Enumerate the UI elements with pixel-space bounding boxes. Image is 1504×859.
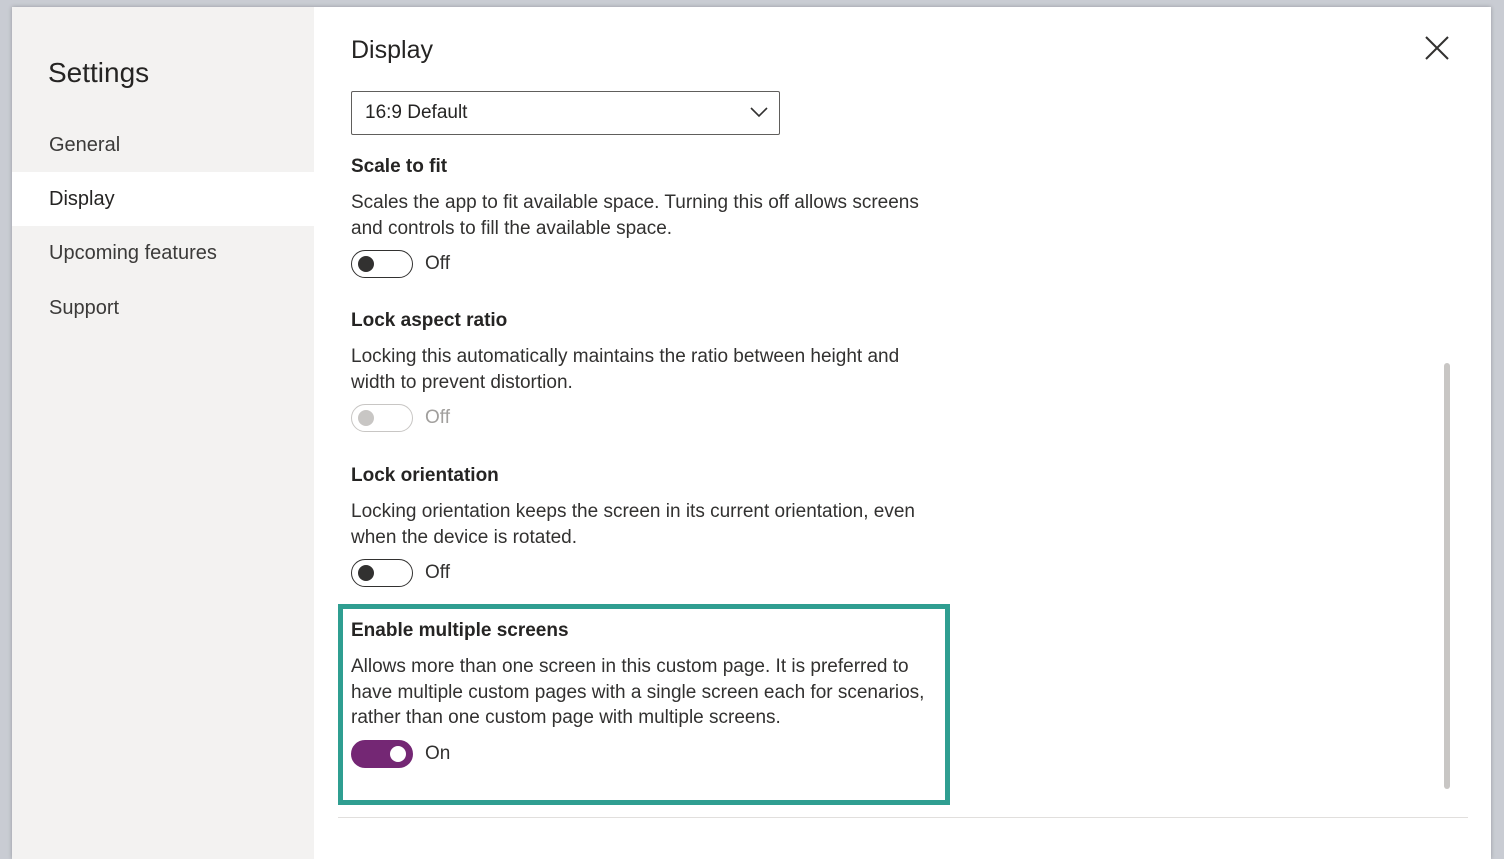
toggle-row: Off (351, 558, 941, 588)
sidebar-item-upcoming-features[interactable]: Upcoming features (12, 226, 314, 280)
toggle-state-label: Off (425, 407, 450, 428)
toggle-state-label: Off (425, 253, 450, 274)
sidebar-item-support[interactable]: Support (12, 281, 314, 335)
setting-title: Lock orientation (351, 465, 499, 486)
page-title: Display (351, 36, 433, 64)
sidebar-item-label: Support (49, 297, 120, 319)
setting-description: Locking orientation keeps the screen in … (351, 501, 915, 548)
setting-description: Locking this automatically maintains the… (351, 346, 900, 393)
setting-scale-to-fit: Scale to fit Scales the app to fit avail… (351, 152, 941, 279)
footer-divider (338, 817, 1468, 818)
sidebar-item-general[interactable]: General (12, 118, 314, 172)
setting-description: Allows more than one screen in this cust… (351, 656, 925, 728)
sidebar-item-label: Upcoming features (49, 242, 217, 264)
toggle-knob (358, 565, 374, 581)
enable-multiple-screens-toggle[interactable] (351, 739, 413, 768)
setting-lock-aspect-ratio: Lock aspect ratio Locking this automatic… (351, 306, 941, 433)
display-panel: Display 16:9 Default Scale to fit Scales… (314, 7, 1491, 859)
screen-size-dropdown[interactable]: 16:9 Default (351, 91, 780, 135)
scrollbar-thumb[interactable] (1444, 363, 1450, 789)
chevron-down-icon (750, 107, 768, 118)
setting-title: Lock aspect ratio (351, 310, 508, 331)
toggle-row: On (351, 739, 941, 769)
toggle-row: Off (351, 249, 941, 279)
sidebar-item-label: Display (49, 188, 115, 210)
settings-dialog: Settings General Display Upcoming featur… (12, 7, 1491, 859)
settings-sidebar: Settings General Display Upcoming featur… (12, 7, 314, 859)
setting-title: Scale to fit (351, 156, 448, 177)
toggle-state-label: On (425, 742, 451, 764)
close-icon (1425, 36, 1449, 60)
sidebar-item-display[interactable]: Display (12, 172, 314, 226)
close-button[interactable] (1418, 29, 1456, 67)
scale-to-fit-toggle[interactable] (351, 250, 413, 278)
toggle-knob (358, 256, 374, 272)
sidebar-item-label: General (49, 134, 121, 156)
toggle-knob (390, 745, 406, 762)
toggle-knob (358, 410, 374, 426)
dropdown-selected-value: 16:9 Default (365, 102, 468, 123)
lock-aspect-ratio-toggle (351, 404, 413, 432)
lock-orientation-toggle[interactable] (351, 559, 413, 587)
setting-lock-orientation: Lock orientation Locking orientation kee… (351, 461, 941, 588)
toggle-state-label: Off (425, 562, 450, 583)
setting-enable-multiple-screens: Enable multiple screens Allows more than… (351, 616, 941, 769)
setting-description: Scales the app to fit available space. T… (351, 192, 919, 239)
toggle-row: Off (351, 403, 941, 433)
sidebar-title: Settings (48, 57, 150, 88)
setting-title: Enable multiple screens (351, 620, 569, 641)
